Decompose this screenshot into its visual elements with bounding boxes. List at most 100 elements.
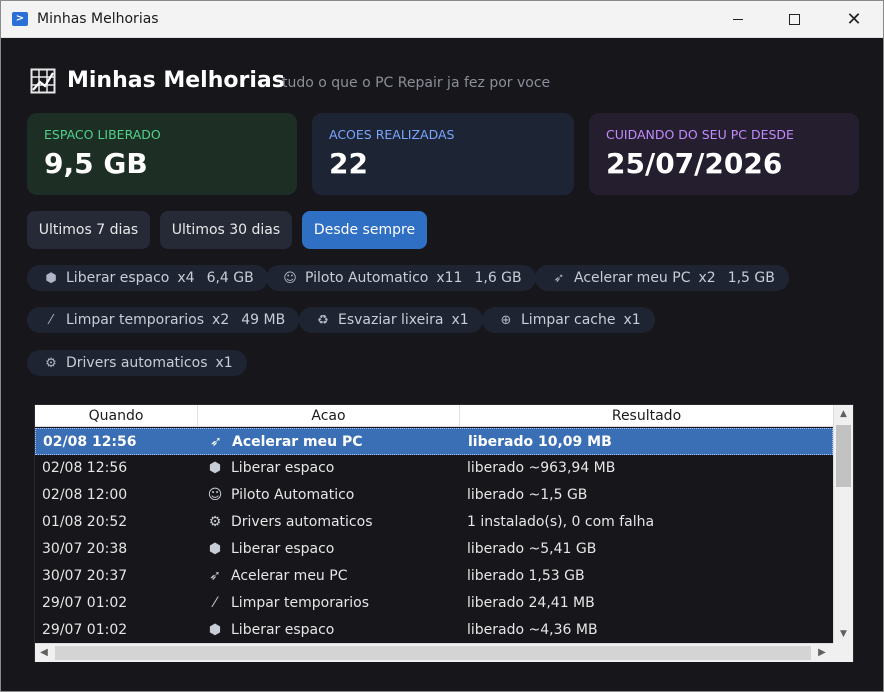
cell-when: 01/08 20:52 [42,514,128,530]
vertical-scrollbar[interactable]: ▲ ▼ [833,405,853,643]
filter-all-time-button[interactable]: Desde sempre [302,211,427,249]
chip-size: 6,4 GB [206,270,254,286]
chip-count: x2 [212,312,230,328]
scroll-down-icon[interactable]: ▼ [834,625,853,643]
minimize-icon [733,19,743,20]
page-title: Minhas Melhorias [67,68,285,93]
card-value: 25/07/2026 [606,147,783,180]
close-button[interactable]: ✕ [831,1,877,38]
title-bar: > Minhas Melhorias ✕ [1,1,883,38]
cell-result: liberado ~5,41 GB [467,541,597,557]
chart-grid-icon [30,68,56,94]
table-row[interactable]: 02/08 12:56 ➶ Acelerar meu PC liberado 10… [35,428,833,455]
table-row[interactable]: 02/08 12:56 ⬢ Liberar espaco liberado ~96… [35,455,833,482]
cell-result: liberado 1,53 GB [467,568,585,584]
cell-when: 29/07 01:02 [42,622,128,638]
maximize-button[interactable] [771,1,817,38]
chip-count: x1 [215,355,233,371]
table-row[interactable]: 30/07 20:38 ⬢ Liberar espaco liberado ~5,… [35,536,833,563]
cell-result: liberado 24,41 MB [467,595,595,611]
cell-action: ⚙ Drivers automaticos [206,514,373,530]
horizontal-scrollbar[interactable]: ◀ ▶ [35,643,833,662]
cell-action-label: Liberar espaco [231,460,335,476]
vertical-scroll-thumb[interactable] [836,425,851,487]
chip-label: Limpar cache [521,312,616,328]
scroll-up-icon[interactable]: ▲ [834,405,853,423]
history-table[interactable]: Quando Acao Resultado 02/08 12:56 ➶ Acele… [34,404,854,662]
scroll-right-icon[interactable]: ▶ [813,644,831,662]
card-label: CUIDANDO DO SEU PC DESDE [606,127,794,142]
cell-when: 02/08 12:56 [43,434,137,450]
broom-icon: ⁄ [213,595,217,611]
column-header-resultado[interactable]: Resultado [460,405,833,427]
cell-action-label: Liberar espaco [231,622,335,638]
close-icon: ✕ [846,8,862,30]
cell-when: 29/07 01:02 [42,595,128,611]
chip-label: Liberar espaco [66,270,170,286]
cube-icon: ⬢ [208,541,222,557]
main-content: Minhas Melhorias tudo o que o PC Repair … [1,39,883,691]
chip-esvaziar-lixeira: ♻ Esvaziar lixeira x1 [299,307,483,333]
cell-action-label: Drivers automaticos [231,514,373,530]
page-subtitle: tudo o que o PC Repair ja fez por voce [282,75,551,91]
card-label: ESPACO LIBERADO [44,127,161,142]
cell-result: liberado 10,09 MB [468,434,612,450]
table-row[interactable]: 30/07 20:37 ➶ Acelerar meu PC liberado 1,… [35,563,833,590]
cell-action-label: Liberar espaco [231,541,335,557]
chip-label: Drivers automaticos [66,355,208,371]
window-title: Minhas Melhorias [37,11,159,27]
chip-size: 49 MB [241,312,286,328]
cube-icon: ⬢ [208,622,222,638]
cell-result: liberado ~1,5 GB [467,487,588,503]
cell-action: ⬢ Liberar espaco [206,622,335,638]
maximize-icon [788,14,800,25]
chip-count: x2 [698,270,716,286]
table-row[interactable]: 29/07 01:02 ⁄ Limpar temporarios liberado… [35,590,833,617]
table-row[interactable]: 02/08 12:00 ☺ Piloto Automatico liberado … [35,482,833,509]
chip-label: Acelerar meu PC [574,270,691,286]
table-row[interactable]: 29/07 01:02 ⬢ Liberar espaco liberado ~4,… [35,617,833,643]
chip-count: x11 [436,270,463,286]
cell-action-label: Acelerar meu PC [232,434,363,450]
filter-30-days-button[interactable]: Ultimos 30 dias [160,211,292,249]
since-card: CUIDANDO DO SEU PC DESDE 25/07/2026 [589,113,859,195]
chip-size: 1,5 GB [727,270,775,286]
chip-limpar-temporarios: ⁄ Limpar temporarios x2 49 MB [27,307,300,333]
chip-count: x1 [451,312,469,328]
chip-liberar-espaco: ⬢ Liberar espaco x4 6,4 GB [27,265,268,291]
cell-action: ☺ Piloto Automatico [206,487,355,503]
space-freed-card: ESPACO LIBERADO 9,5 GB [27,113,297,195]
cell-action-label: Acelerar meu PC [231,568,348,584]
recycle-icon: ♻ [317,312,329,328]
cell-action: ➶ Acelerar meu PC [207,434,363,450]
actions-card: ACOES REALIZADAS 22 [312,113,574,195]
card-label: ACOES REALIZADAS [329,127,455,142]
gears-icon: ⚙ [45,355,57,371]
gears-icon: ⚙ [208,514,222,530]
minimize-button[interactable] [715,1,761,38]
cell-action: ⁄ Limpar temporarios [206,595,369,611]
cube-icon: ⬢ [45,270,57,286]
cell-action: ➶ Acelerar meu PC [206,568,347,584]
card-value: 22 [329,147,368,180]
scroll-left-icon[interactable]: ◀ [35,644,53,662]
filter-7-days-button[interactable]: Ultimos 7 dias [27,211,150,249]
chip-size: 1,6 GB [474,270,522,286]
app-window: > Minhas Melhorias ✕ Minhas Melhorias tu… [0,0,884,692]
column-header-quando[interactable]: Quando [35,405,198,427]
cell-when: 02/08 12:56 [42,460,128,476]
column-header-acao[interactable]: Acao [198,405,460,427]
cell-action: ⬢ Liberar espaco [206,541,335,557]
chip-label: Esvaziar lixeira [338,312,444,328]
chip-limpar-cache: ⊕ Limpar cache x1 [482,307,655,333]
cell-action-label: Piloto Automatico [231,487,355,503]
broom-icon: ⁄ [49,312,53,328]
card-value: 9,5 GB [44,147,148,180]
horizontal-scroll-thumb[interactable] [55,646,811,660]
rocket-icon: ➶ [209,568,221,584]
table-row[interactable]: 01/08 20:52 ⚙ Drivers automaticos 1 insta… [35,509,833,536]
cell-action: ⬢ Liberar espaco [206,460,335,476]
rocket-icon: ➶ [553,270,565,286]
robot-icon: ☺ [283,270,297,286]
cube-icon: ⬢ [208,460,222,476]
